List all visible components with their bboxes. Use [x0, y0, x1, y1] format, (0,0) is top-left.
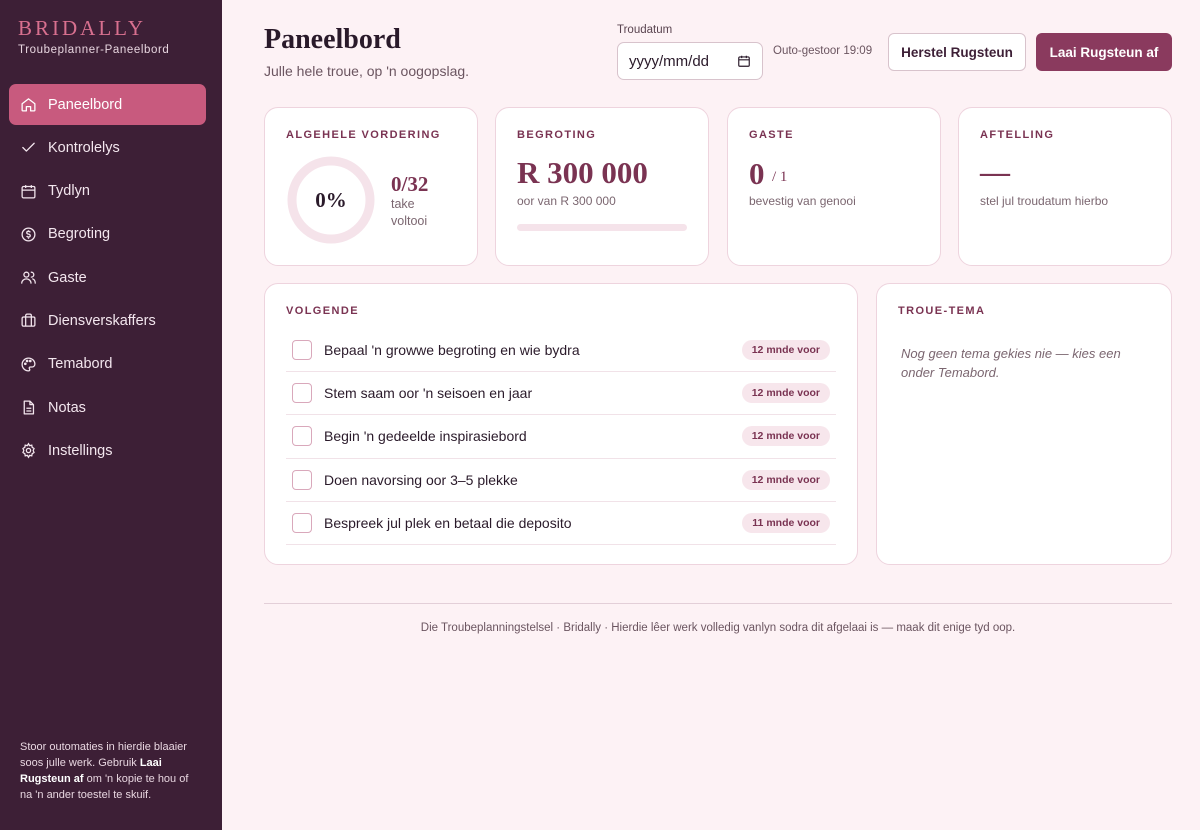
task-checkbox[interactable] [292, 340, 312, 361]
divider [264, 603, 1172, 604]
sidebar-item-label: Kontrolelys [48, 139, 120, 156]
document-icon [23, 400, 35, 415]
task-due-badge: 12 mnde voor [741, 426, 830, 447]
calendar-icon [21, 184, 36, 199]
budget-progress-bar [517, 224, 687, 231]
progress-percent: 0% [315, 187, 347, 212]
sidebar-item-begroting[interactable]: Begroting [9, 214, 206, 255]
next-tasks-card: VOLGENDE Bepaal 'n growwe begroting en w… [264, 283, 858, 565]
budget-total: oor van R 300 000 [517, 194, 616, 208]
sidebar-nav: Paneelbord Kontrolelys Tydlyn Begroting … [9, 84, 206, 474]
task-checkbox[interactable] [292, 512, 312, 533]
home-icon [21, 98, 36, 112]
list-item: Bepaal 'n growwe begroting en wie bydra … [286, 329, 836, 373]
sidebar-item-label: Diensverskaffers [48, 312, 156, 329]
task-due-badge: 12 mnde voor [741, 383, 830, 404]
sidebar: BRIDALLY Troubeplanner-Paneelbord Paneel… [0, 0, 222, 830]
gear-icon [22, 442, 35, 459]
guests-confirmed: 0 [749, 156, 765, 191]
sidebar-item-label: Tydlyn [48, 183, 90, 200]
sidebar-item-label: Begroting [48, 226, 111, 243]
sidebar-item-label: Paneelbord [48, 96, 123, 113]
download-backup-button[interactable]: Laai Rugsteun af [1036, 33, 1172, 71]
sidebar-footer-note: Stoor outomaties in hierdie blaaier soos… [20, 741, 189, 801]
card-label: TROUE-TEMA [898, 305, 986, 317]
task-due-badge: 12 mnde voor [741, 340, 830, 361]
theme-empty-message: Nog geen tema gekies nie — kies een onde… [901, 346, 1121, 380]
task-checkbox[interactable] [292, 469, 312, 490]
sidebar-item-label: Gaste [48, 269, 87, 286]
guests-sub: bevestig van genooi [749, 194, 856, 208]
list-item: Begin 'n gedeelde inspirasiebord 12 mnde… [286, 415, 836, 459]
task-label: Doen navorsing oor 3–5 plekke [324, 471, 518, 488]
palette-icon [21, 357, 36, 372]
wedding-theme-card: TROUE-TEMA Nog geen tema gekies nie — ki… [876, 283, 1172, 565]
sidebar-item-gaste[interactable]: Gaste [9, 257, 206, 298]
countdown-card: AFTELLING — stel jul troudatum hierbo [958, 107, 1172, 266]
card-label: GASTE [749, 129, 794, 141]
brand-logo: BRIDALLY [18, 16, 147, 40]
briefcase-icon [21, 313, 36, 328]
list-item: Bespreek jul plek en betaal die deposito… [286, 502, 836, 545]
task-checkbox[interactable] [292, 426, 312, 447]
card-label: ALGEHELE VORDERING [286, 129, 441, 141]
brand-subtitle: Troubeplanner-Paneelbord [18, 44, 170, 56]
list-item: Stem saam oor 'n seisoen en jaar 12 mnde… [286, 372, 836, 416]
calendar-icon[interactable] [737, 54, 751, 68]
card-label: VOLGENDE [286, 305, 359, 317]
guests-invited: / 1 [772, 169, 788, 185]
sidebar-item-paneelbord[interactable]: Paneelbord [9, 84, 206, 125]
tasks-done-count: 0/32 [391, 172, 429, 196]
sidebar-item-label: Notas [48, 399, 86, 416]
sidebar-item-instellings[interactable]: Instellings [9, 430, 206, 471]
check-icon [22, 142, 35, 152]
task-checkbox[interactable] [292, 383, 312, 404]
users-icon [21, 271, 36, 284]
task-list: Bepaal 'n growwe begroting en wie bydra … [286, 329, 836, 545]
budget-remaining: R 300 000 [517, 155, 648, 190]
task-label: Stem saam oor 'n seisoen en jaar [324, 385, 533, 402]
task-label: Bepaal 'n growwe begroting en wie bydra [324, 342, 580, 359]
wedding-date-placeholder: yyyy/mm/dd [629, 52, 710, 70]
card-label: AFTELLING [980, 129, 1055, 141]
restore-backup-button[interactable]: Herstel Rugsteun [888, 33, 1026, 71]
guests-card: GASTE 0 / 1 bevestig van genooi [727, 107, 941, 266]
coin-icon [21, 227, 36, 242]
page-title: Paneelbord [264, 24, 401, 55]
list-item: Doen navorsing oor 3–5 plekke 12 mnde vo… [286, 459, 836, 502]
tasks-done-unit: take voltooi [391, 197, 428, 228]
task-due-badge: 11 mnde voor [742, 512, 830, 533]
task-due-badge: 12 mnde voor [741, 469, 830, 490]
autosave-status: Outo-gestoor 19:09 [773, 45, 873, 57]
task-label: Begin 'n gedeelde inspirasiebord [324, 428, 527, 445]
sidebar-item-label: Temabord [48, 356, 113, 373]
sidebar-item-notas[interactable]: Notas [9, 387, 206, 428]
countdown-sub: stel jul troudatum hierbo [980, 194, 1109, 208]
budget-card: BEGROTING R 300 000 oor van R 300 000 [495, 107, 709, 266]
sidebar-item-tydlyn[interactable]: Tydlyn [9, 171, 206, 212]
sidebar-item-diensverskaffers[interactable]: Diensverskaffers [9, 300, 206, 341]
sidebar-item-kontrolelys[interactable]: Kontrolelys [9, 127, 206, 168]
page-footer: Die Troubeplanningstelsel · Bridally · H… [420, 622, 1016, 634]
progress-card: ALGEHELE VORDERING 0% 0/32 take voltooi [264, 107, 478, 266]
sidebar-item-temabord[interactable]: Temabord [9, 344, 206, 385]
task-label: Bespreek jul plek en betaal die deposito [324, 514, 572, 531]
page-subtitle: Julle hele troue, op 'n oogopslag. [264, 63, 470, 79]
card-label: BEGROTING [517, 129, 597, 141]
countdown-value: — [980, 156, 1010, 189]
sidebar-item-label: Instellings [48, 442, 113, 459]
wedding-date-input[interactable]: yyyy/mm/dd [617, 42, 763, 80]
wedding-date-label: Troudatum [617, 24, 673, 36]
